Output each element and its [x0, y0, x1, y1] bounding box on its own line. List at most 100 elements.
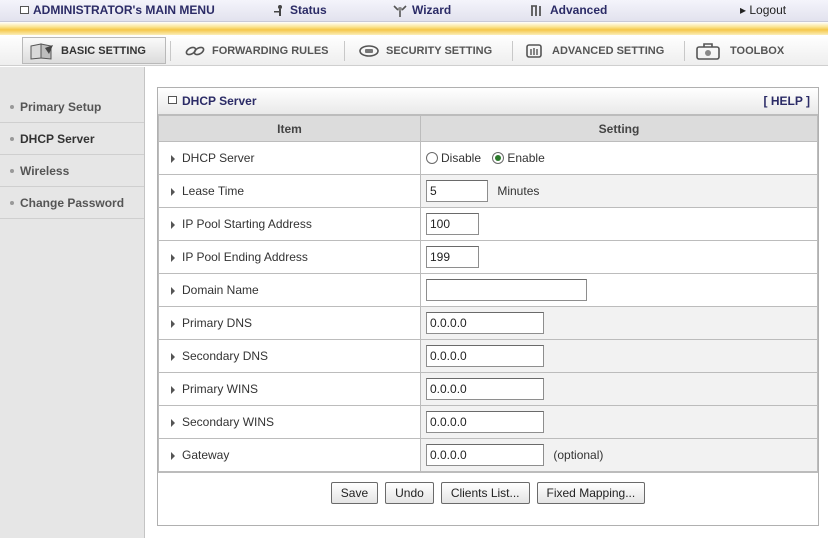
row-label-text: DHCP Server — [182, 151, 255, 165]
square-icon — [20, 5, 29, 14]
row-label-secondary-dns: Secondary DNS — [158, 339, 421, 373]
tab-security-setting[interactable]: SECURITY SETTING — [352, 37, 498, 64]
sidebar-item-wireless[interactable]: Wireless — [0, 155, 144, 187]
row-setting-primary-wins — [420, 372, 818, 406]
row-label-domain-name: Domain Name — [158, 273, 421, 307]
main-menu-label: ADMINISTRATOR's MAIN MENU — [33, 3, 215, 17]
row-setting-pool-start — [420, 207, 818, 241]
tab-separator — [684, 41, 685, 61]
status-label: Status — [290, 3, 327, 17]
gateway-input[interactable] — [426, 444, 544, 466]
lease-time-unit: Minutes — [497, 184, 540, 198]
tab-basic-setting[interactable]: BASIC SETTING — [22, 37, 166, 64]
gateway-optional-note: (optional) — [553, 448, 604, 462]
table-row: Lease Time Minutes — [158, 174, 818, 208]
row-label-primary-wins: Primary WINS — [158, 372, 421, 406]
lease-time-input[interactable] — [426, 180, 488, 202]
advanced-link[interactable]: Advanced — [530, 3, 607, 18]
bullet-icon — [10, 104, 14, 109]
top-menu-bar: ADMINISTRATOR's MAIN MENU Status Wizard … — [0, 0, 828, 22]
row-label-text: IP Pool Starting Address — [182, 217, 312, 231]
gear-icon — [526, 43, 542, 58]
bullet-icon — [10, 200, 14, 205]
row-setting-lease-time: Minutes — [420, 174, 818, 208]
pool-start-input[interactable] — [426, 213, 479, 235]
help-link[interactable]: [ HELP ] — [764, 94, 810, 108]
pool-end-input[interactable] — [426, 246, 479, 268]
table-row: Secondary WINS — [158, 405, 818, 439]
tab-forwarding-rules[interactable]: FORWARDING RULES — [178, 37, 335, 64]
row-label-text: Secondary DNS — [182, 349, 269, 363]
row-label-text: Primary WINS — [182, 382, 258, 396]
tab-advanced-setting[interactable]: ADVANCED SETTING — [518, 37, 670, 64]
main-menu-link[interactable]: ADMINISTRATOR's MAIN MENU — [20, 3, 215, 17]
sidebar-item-label: DHCP Server — [20, 131, 95, 146]
panel-header: DHCP Server [ HELP ] — [158, 88, 818, 115]
button-bar: Save Undo Clients List... Fixed Mapping.… — [158, 472, 818, 512]
arrow-right-icon — [171, 451, 175, 460]
sidebar-item-label: Wireless — [20, 163, 70, 178]
sidebar-item-change-password[interactable]: Change Password — [0, 187, 144, 219]
logout-link[interactable]: ▸ Logout — [740, 3, 786, 17]
logout-label: Logout — [749, 3, 787, 17]
dhcp-enable-radio[interactable] — [492, 152, 505, 165]
logout-arrow: ▸ — [740, 3, 747, 17]
decorative-stripe — [0, 22, 828, 35]
tab-advanced-setting-label: ADVANCED SETTING — [552, 44, 665, 57]
bullet-icon — [10, 136, 14, 141]
table-row: Primary WINS — [158, 372, 818, 406]
row-label-text: Domain Name — [182, 283, 259, 297]
row-label-pool-end: IP Pool Ending Address — [158, 240, 421, 274]
row-label-text: IP Pool Ending Address — [182, 250, 308, 264]
domain-name-input[interactable] — [426, 279, 587, 301]
tab-security-setting-label: SECURITY SETTING — [386, 44, 493, 57]
table-row: IP Pool Starting Address — [158, 207, 818, 241]
status-link[interactable]: Status — [272, 3, 327, 18]
dhcp-disable-label: Disable — [441, 151, 482, 166]
dhcp-disable-radio[interactable] — [426, 152, 438, 165]
arrow-right-icon — [171, 154, 175, 163]
primary-dns-input[interactable] — [426, 312, 544, 334]
row-setting-primary-dns — [420, 306, 818, 340]
row-label-secondary-wins: Secondary WINS — [158, 405, 421, 439]
wizard-link[interactable]: Wizard — [392, 3, 451, 18]
panel-title-text: DHCP Server — [182, 94, 257, 108]
row-label-text: Gateway — [182, 448, 230, 462]
clients-list-button[interactable]: Clients List... — [440, 481, 530, 504]
row-setting-secondary-dns — [420, 339, 818, 373]
person-icon — [274, 4, 282, 16]
primary-wins-input[interactable] — [426, 378, 544, 400]
row-label-pool-start: IP Pool Starting Address — [158, 207, 421, 241]
dhcp-server-panel: DHCP Server [ HELP ] Item Setting DHCP S… — [157, 87, 819, 526]
row-label-text: Secondary WINS — [182, 415, 275, 429]
main-tab-row: BASIC SETTING FORWARDING RULES SECURITY … — [0, 35, 828, 66]
fixed-mapping-button[interactable]: Fixed Mapping... — [536, 481, 646, 504]
secondary-dns-input[interactable] — [426, 345, 544, 367]
table-row: Gateway (optional) — [158, 438, 818, 472]
table-row: DHCP Server Disable Enable — [158, 141, 818, 175]
square-icon — [168, 96, 177, 104]
tab-toolbox[interactable]: TOOLBOX — [688, 37, 790, 64]
dhcp-enable-label: Enable — [507, 151, 545, 166]
sidebar-item-dhcp-server[interactable]: DHCP Server — [0, 123, 144, 155]
undo-button[interactable]: Undo — [385, 481, 434, 504]
row-label-text: Lease Time — [182, 184, 245, 198]
row-setting-secondary-wins — [420, 405, 818, 439]
wand-icon — [393, 5, 407, 17]
row-label-gateway: Gateway — [158, 438, 421, 472]
row-label-text: Primary DNS — [182, 316, 253, 330]
bullet-icon — [10, 168, 14, 173]
panel-title: DHCP Server — [168, 94, 256, 108]
column-header-setting: Setting — [420, 115, 818, 142]
arrow-right-icon — [171, 253, 175, 262]
sidebar-item-primary-setup[interactable]: Primary Setup — [0, 91, 144, 123]
column-header-item: Item — [158, 115, 421, 142]
save-button[interactable]: Save — [330, 481, 379, 504]
book-icon — [30, 42, 53, 60]
toolbox-icon — [696, 42, 720, 60]
arrow-right-icon — [171, 187, 175, 196]
advanced-label: Advanced — [550, 3, 608, 17]
tab-basic-setting-label: BASIC SETTING — [61, 44, 146, 57]
sidebar-item-label: Primary Setup — [20, 99, 102, 114]
secondary-wins-input[interactable] — [426, 411, 544, 433]
